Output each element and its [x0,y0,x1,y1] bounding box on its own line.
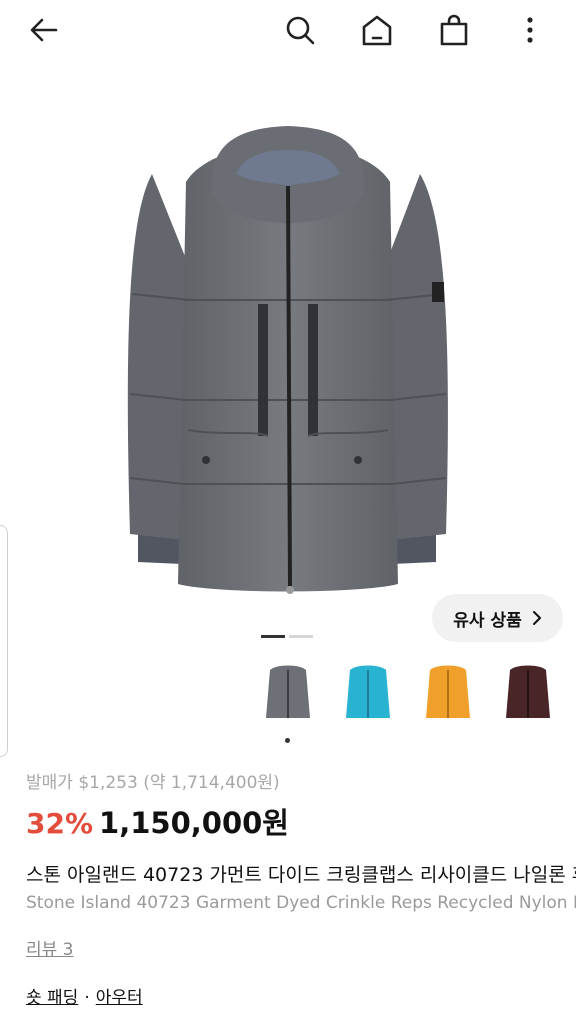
jacket-cyan-thumb [346,665,390,718]
more-vertical-icon [527,17,533,43]
selected-thumb-indicator [285,738,290,743]
page-indicator-current [261,635,285,638]
home-icon [362,15,392,46]
top-app-bar [0,0,576,64]
product-title-en: Stone Island 40723 Garment Dyed Crinkle … [26,893,576,913]
category-link-short-padding[interactable]: 숏 패딩 [26,988,78,1008]
page-indicator-next [289,635,313,638]
sale-price: 1,150,000원 [99,806,289,840]
search-icon [286,16,315,45]
more-button[interactable] [510,10,550,50]
reviews-link[interactable]: 리뷰 3 [26,935,74,960]
jacket-burgundy-thumb [506,665,550,718]
category-separator: · [84,988,90,1008]
back-button[interactable] [24,10,64,50]
color-thumb-orange[interactable] [410,656,486,732]
jacket-grey-image [127,126,448,594]
color-thumbnails [250,656,576,746]
product-image-carousel[interactable] [0,64,576,624]
cart-button[interactable] [434,10,474,50]
carousel-page-indicator [261,635,313,638]
category-link-outer[interactable]: 아우터 [96,988,143,1008]
side-edge-handle[interactable] [0,525,8,757]
jacket-orange-thumb [426,665,470,718]
similar-products-label: 유사 상품 [453,610,522,631]
color-thumb-cyan[interactable] [330,656,406,732]
search-button[interactable] [280,10,320,50]
release-price: 발매가 $1,253 (약 1,714,400원) [26,773,280,793]
chevron-right-icon [532,611,541,625]
color-thumb-grey[interactable] [250,656,326,732]
color-thumb-burgundy[interactable] [490,656,566,732]
product-title-ko: 스톤 아일랜드 40723 가먼트 다이드 크링클랩스 리사이클드 나일론 후디… [26,864,576,886]
jacket-grey-thumb [266,665,310,718]
price-row: 32% 1,150,000원 [26,800,289,842]
category-breadcrumb: 숏 패딩 · 아우터 [26,983,143,1008]
shopping-bag-icon [440,14,468,46]
similar-products-button[interactable]: 유사 상품 [432,594,563,642]
arrow-left-icon [30,18,58,42]
home-button[interactable] [357,10,397,50]
discount-rate: 32% [26,807,94,840]
